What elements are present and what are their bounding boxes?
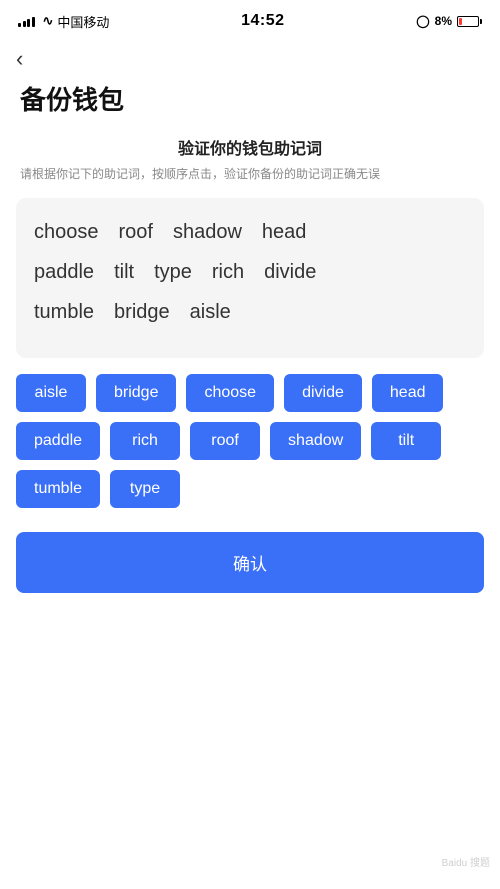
display-word-tilt: tilt bbox=[114, 256, 134, 288]
display-word-head: head bbox=[262, 216, 307, 248]
status-right: ◯ 8% bbox=[416, 14, 482, 28]
status-bar: ∿ 中国移动 14:52 ◯ 8% bbox=[0, 0, 500, 38]
location-icon: ◯ bbox=[416, 14, 429, 28]
display-word-divide: divide bbox=[264, 256, 316, 288]
battery-percent: 8% bbox=[435, 14, 452, 28]
word-chips-area: aisle bridge choose divide head paddle r… bbox=[0, 358, 500, 518]
confirm-button[interactable]: 确认 bbox=[16, 532, 484, 593]
word-row-1: choose roof shadow head bbox=[34, 216, 466, 248]
chip-tumble[interactable]: tumble bbox=[16, 470, 100, 508]
display-word-tumble: tumble bbox=[34, 296, 94, 328]
word-display-box: choose roof shadow head paddle tilt type… bbox=[16, 198, 484, 358]
status-time: 14:52 bbox=[241, 12, 284, 30]
back-chevron-icon: ‹ bbox=[16, 48, 23, 70]
display-word-shadow: shadow bbox=[173, 216, 242, 248]
display-word-choose: choose bbox=[34, 216, 99, 248]
battery-icon bbox=[457, 16, 482, 27]
chip-head[interactable]: head bbox=[372, 374, 444, 412]
chip-divide[interactable]: divide bbox=[284, 374, 362, 412]
page-title: 备份钱包 bbox=[0, 76, 500, 135]
word-chips-grid: aisle bridge choose divide head paddle r… bbox=[16, 374, 484, 508]
chip-choose[interactable]: choose bbox=[186, 374, 274, 412]
signal-icon bbox=[18, 15, 35, 27]
chip-paddle[interactable]: paddle bbox=[16, 422, 100, 460]
chip-roof[interactable]: roof bbox=[190, 422, 260, 460]
section-title: 验证你的钱包助记词 bbox=[0, 135, 500, 159]
word-row-3: tumble bridge aisle bbox=[34, 296, 466, 328]
display-word-aisle: aisle bbox=[190, 296, 231, 328]
chip-bridge[interactable]: bridge bbox=[96, 374, 176, 412]
section-description: 请根据你记下的助记词，按顺序点击，验证你备份的助记词正确无误 bbox=[0, 165, 500, 184]
display-word-rich: rich bbox=[212, 256, 244, 288]
display-word-bridge: bridge bbox=[114, 296, 170, 328]
wifi-icon: ∿ bbox=[43, 13, 54, 29]
back-button[interactable]: ‹ bbox=[0, 38, 500, 76]
watermark: Baidu 搜题 bbox=[442, 854, 490, 869]
chip-shadow[interactable]: shadow bbox=[270, 422, 361, 460]
chip-tilt[interactable]: tilt bbox=[371, 422, 441, 460]
display-word-roof: roof bbox=[119, 216, 153, 248]
chip-rich[interactable]: rich bbox=[110, 422, 180, 460]
chip-type[interactable]: type bbox=[110, 470, 180, 508]
carrier-text: 中国移动 bbox=[57, 12, 109, 31]
display-word-paddle: paddle bbox=[34, 256, 94, 288]
word-row-2: paddle tilt type rich divide bbox=[34, 256, 466, 288]
display-word-type: type bbox=[154, 256, 192, 288]
status-left: ∿ 中国移动 bbox=[18, 12, 109, 31]
chip-aisle[interactable]: aisle bbox=[16, 374, 86, 412]
